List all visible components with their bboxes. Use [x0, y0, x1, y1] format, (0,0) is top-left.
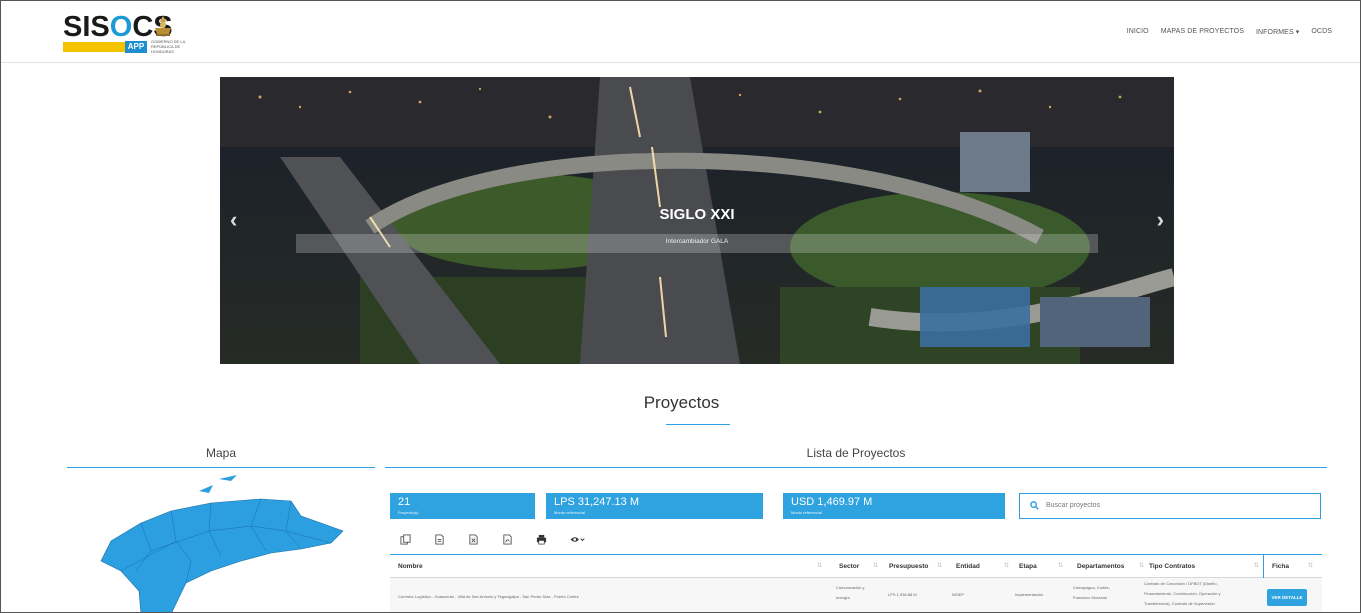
- sort-icon[interactable]: ⇅: [817, 562, 822, 569]
- stat-proyectos: 21 Proyecto(s): [390, 493, 535, 519]
- sisocs-logo[interactable]: SISOCS APP GOBIERNO DE LA REPÚBLICA DE H…: [63, 12, 203, 54]
- ver-detalle-button[interactable]: VER DETALLE: [1267, 589, 1307, 606]
- stat-monto-lps-value: LPS 31,247.13 M: [554, 496, 640, 508]
- cell-tipo-line3: Transferencia), Contrato de Supervisión: [1144, 601, 1215, 606]
- honduras-map[interactable]: [91, 471, 351, 613]
- copy-button[interactable]: [390, 531, 420, 547]
- page: SISOCS APP GOBIERNO DE LA REPÚBLICA DE H…: [0, 0, 1361, 613]
- cell-departamentos-line1: Comayagua, Cortés,: [1073, 585, 1110, 590]
- search-input[interactable]: Buscar proyectos: [1046, 502, 1100, 509]
- search-icon: [1030, 501, 1039, 510]
- sort-icon[interactable]: ⇅: [1004, 562, 1009, 569]
- top-header: SISOCS APP GOBIERNO DE LA REPÚBLICA DE H…: [1, 1, 1360, 63]
- sort-icon[interactable]: ⇅: [937, 562, 942, 569]
- stat-monto-usd-label: Monto referencial: [791, 510, 822, 515]
- table-row[interactable]: Corredor Logístico - Goascorán - Villa d…: [390, 578, 1322, 612]
- logo-app-label: APP: [125, 41, 147, 53]
- pdf-icon: [502, 533, 512, 545]
- stat-monto-usd: USD 1,469.97 M Monto referencial: [783, 493, 1005, 519]
- lista-title: Lista de Proyectos: [806, 446, 906, 460]
- pdf-button[interactable]: [492, 531, 522, 547]
- col-entidad[interactable]: Entidad: [956, 563, 980, 570]
- csv-button[interactable]: [424, 531, 454, 547]
- stat-monto-usd-value: USD 1,469.97 M: [791, 496, 873, 508]
- sort-icon[interactable]: ⇅: [1058, 562, 1063, 569]
- sort-icon[interactable]: ⇅: [873, 562, 878, 569]
- cell-entidad: INSEP: [952, 592, 965, 597]
- mapa-title: Mapa: [205, 446, 237, 460]
- cell-departamentos-line2: Francisco Morazán: [1073, 595, 1108, 600]
- cell-tipo-line2: Financiamiento, Construcción, Operación …: [1144, 591, 1221, 596]
- copy-icon: [399, 533, 411, 545]
- col-nombre[interactable]: Nombre: [398, 563, 423, 570]
- nav-ocds[interactable]: OCDS: [1311, 28, 1332, 36]
- cell-sector-line1: Comunicación y: [836, 585, 865, 590]
- column-separator: [1263, 555, 1264, 578]
- projects-table: Nombre ⇅ Sector ⇅ Presupuesto ⇅ Entidad …: [390, 554, 1322, 612]
- cell-sector-line2: energía: [836, 595, 850, 600]
- table-header: Nombre ⇅ Sector ⇅ Presupuesto ⇅ Entidad …: [390, 555, 1322, 578]
- main-nav: INICIO MAPAS DE PROYECTOS INFORMES ▾ OCD…: [1127, 28, 1332, 36]
- section-title: Proyectos: [643, 393, 720, 412]
- excel-icon: [468, 533, 478, 545]
- nav-mapas-de-proyectos[interactable]: MAPAS DE PROYECTOS: [1161, 28, 1244, 36]
- stat-monto-lps-label: Monto referencial: [554, 510, 585, 515]
- hero-carousel[interactable]: SIGLO XXI Intercambiador GALA ‹ ›: [220, 77, 1174, 364]
- logo-subtitle: GOBIERNO DE LA REPÚBLICA DE HONDURAS: [151, 39, 186, 54]
- search-box[interactable]: Buscar proyectos: [1019, 493, 1321, 519]
- slide-title: SIGLO XXI: [659, 206, 735, 223]
- nav-inicio[interactable]: INICIO: [1127, 28, 1149, 36]
- col-presupuesto[interactable]: Presupuesto: [889, 563, 928, 570]
- stat-proyectos-value: 21: [398, 496, 411, 508]
- column-visibility-button[interactable]: [560, 531, 594, 547]
- col-tipo-contratos[interactable]: Tipo Contratos: [1149, 563, 1195, 570]
- cell-presupuesto: LPS 1,936.88 M: [888, 592, 917, 597]
- stat-monto-lps: LPS 31,247.13 M Monto referencial: [546, 493, 763, 519]
- chevron-left-icon[interactable]: ‹: [230, 207, 237, 233]
- sort-icon[interactable]: ⇅: [1308, 562, 1313, 569]
- excel-button[interactable]: [458, 531, 488, 547]
- col-ficha[interactable]: Ficha: [1272, 563, 1289, 570]
- stat-proyectos-label: Proyecto(s): [398, 510, 419, 515]
- cell-nombre: Corredor Logístico - Goascorán - Villa d…: [398, 594, 579, 599]
- mapa-divider: [67, 467, 375, 468]
- chevron-right-icon[interactable]: ›: [1157, 207, 1164, 233]
- export-toolbar: [390, 531, 594, 547]
- cell-tipo-line1: Contrato de Concesión / DFBOT (Diseño,: [1144, 581, 1218, 586]
- csv-icon: [434, 533, 444, 545]
- print-button[interactable]: [526, 531, 556, 547]
- section-underline: [666, 424, 730, 425]
- lista-divider: [385, 467, 1327, 468]
- col-etapa[interactable]: Etapa: [1019, 563, 1037, 570]
- sort-icon[interactable]: ⇅: [1254, 562, 1259, 569]
- cell-etapa: Implementación: [1015, 592, 1044, 597]
- col-sector[interactable]: Sector: [839, 563, 859, 570]
- sort-icon[interactable]: ⇅: [1139, 562, 1144, 569]
- col-departamentos[interactable]: Departamentos: [1077, 563, 1124, 570]
- eye-icon: [570, 536, 585, 542]
- slide-subtitle: Intercambiador GALA: [665, 238, 729, 245]
- nav-informes[interactable]: INFORMES ▾: [1256, 28, 1299, 36]
- print-icon: [536, 534, 546, 544]
- honduras-emblem-icon: [155, 16, 171, 36]
